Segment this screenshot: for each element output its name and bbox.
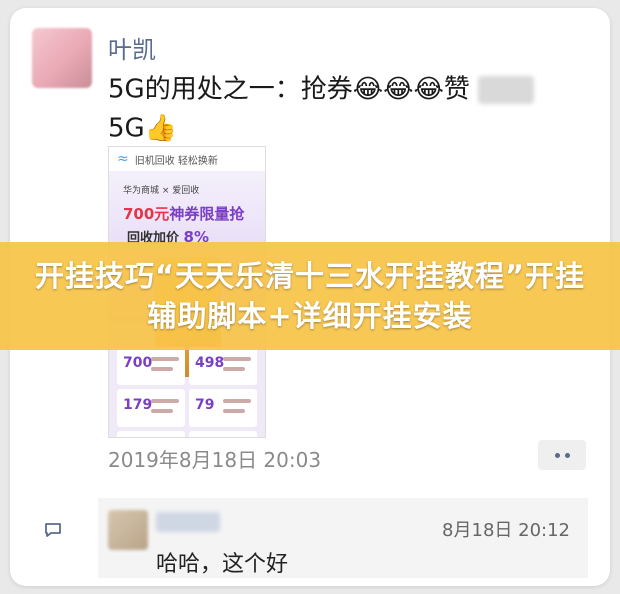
laugh-cry-emoji-icon: 😂😂😂 — [352, 74, 444, 105]
coupon-value: 498 — [195, 355, 225, 371]
thumbs-up-icon: 👍 — [144, 113, 178, 143]
thumbnail-brand: 华为商城 × 爱回收 — [123, 186, 200, 196]
thumbnail-price-suffix: 神券限量抢 — [169, 205, 245, 223]
comment-time: 8月18日 20:12 — [442, 520, 570, 541]
commenter-name-blurred[interactable] — [156, 512, 220, 532]
overlay-banner: 开挂技巧“天天乐清十三水开挂教程”开挂辅助脚本+详细开挂安装 — [0, 242, 620, 350]
comment-text: 哈哈，这个好 — [156, 552, 289, 577]
dot-icon — [564, 452, 570, 458]
thumbnail-coupon-grid: 700 498 179 79 50 30 — [117, 347, 257, 437]
dot-icon — [554, 452, 560, 458]
thumbnail-top-text: 旧机回收 轻松换新 — [134, 155, 218, 167]
commenter-avatar[interactable] — [108, 510, 148, 550]
coupon-cell: 179 — [117, 389, 185, 427]
blurred-mention — [478, 75, 535, 104]
thumbnail-header: ≈ 旧机回收 轻松换新 — [109, 147, 265, 171]
post-line1: 5G的用处之一：抢券 — [108, 74, 353, 105]
coupon-cell: 700 — [117, 347, 185, 385]
coupon-value: 79 — [195, 397, 215, 413]
coupon-value: 700 — [123, 355, 153, 371]
post-text: 5G的用处之一：抢券😂😂😂赞 5G👍 — [108, 70, 598, 147]
more-actions-button[interactable] — [538, 440, 586, 470]
coupon-cell: 30 — [189, 431, 257, 437]
coupon-cell: 50 — [117, 431, 185, 437]
post-date: 2019年8月18日 20:03 — [108, 448, 322, 472]
coupon-value: 179 — [123, 397, 153, 413]
banner-text: 开挂技巧“天天乐清十三水开挂教程”开挂辅助脚本+详细开挂安装 — [34, 259, 586, 333]
thumbnail-price: 700元神券限量抢 — [123, 203, 244, 224]
coupon-cell: 498 — [189, 347, 257, 385]
wave-icon: ≈ — [117, 151, 129, 167]
comment-bubble-icon — [45, 523, 61, 537]
author-avatar[interactable] — [32, 28, 92, 88]
coupon-cell: 79 — [189, 389, 257, 427]
thumbnail-price-prefix: 700元 — [123, 205, 170, 223]
post-line2: 5G — [108, 113, 145, 143]
author-name[interactable]: 叶凯 — [108, 30, 156, 65]
post-line1-tail: 赞 — [443, 74, 470, 105]
